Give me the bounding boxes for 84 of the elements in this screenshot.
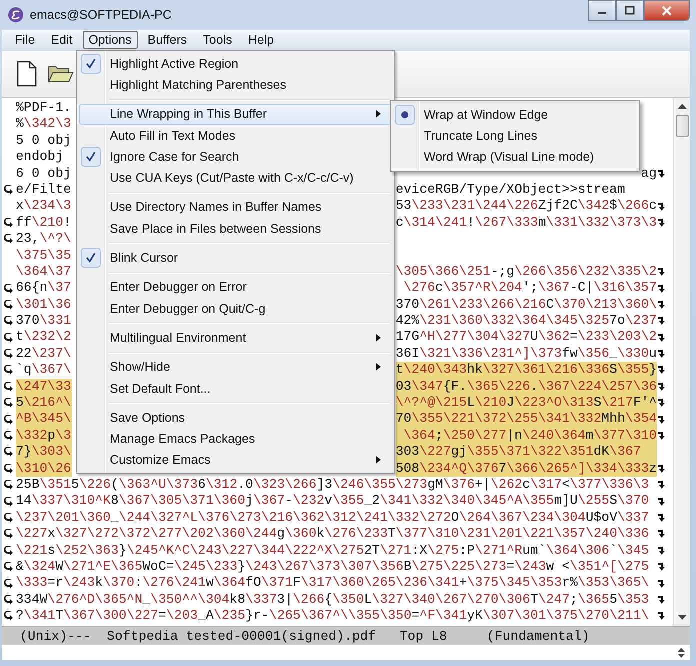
- buffer-text: 53\233\231\244\226Zjf2C\342$\266c: [396, 198, 657, 215]
- buffer-text: \^?^@\215L\210J\223^O\313S\217F'^: [396, 395, 657, 412]
- window-title: emacs@SOFTPEDIA-PC: [30, 8, 172, 22]
- folder-icon[interactable]: [48, 64, 74, 84]
- menu-bar-item[interactable]: Options: [82, 31, 138, 49]
- buffer-text: 7}\303\: [16, 444, 72, 461]
- buffer-text: 370\331: [16, 313, 72, 330]
- scroll-down-icon[interactable]: [678, 615, 686, 620]
- buffer-text: t\232\2: [16, 329, 72, 346]
- new-file-icon[interactable]: [16, 61, 38, 87]
- menu-item[interactable]: Highlight Matching Parentheses: [79, 74, 392, 96]
- menu-item[interactable]: Manage Emacs Packages: [79, 428, 392, 450]
- menu-bar-item[interactable]: Edit: [45, 31, 79, 49]
- menu-bar-item[interactable]: Tools: [197, 31, 238, 49]
- buffer-text: e/Filte: [16, 182, 72, 198]
- menu-item[interactable]: Set Default Font...: [79, 378, 392, 400]
- maximize-button[interactable]: [616, 0, 644, 21]
- buffer-text: 5\216^\: [16, 395, 72, 412]
- buffer-text: \301\36: [16, 296, 72, 314]
- buffer-text: t\240\343hk\327\361\216\336S\355}: [396, 362, 657, 379]
- buffer-text: 66{n\37: [16, 280, 72, 297]
- buffer-text: 6 0 obj: [16, 166, 72, 182]
- buffer-text: \247\33: [16, 378, 72, 396]
- buffer-text: \364;\250\277|n\240\364m\377\310: [396, 428, 657, 444]
- buffer-text: `q\367\: [16, 362, 72, 379]
- buffer-text: 22\237\: [16, 346, 72, 362]
- close-button[interactable]: [644, 0, 690, 21]
- buffer-text: \227x\327\272\372\277\202\360\244g\360k\276\233T\377\310\231\201\221\357\240\336: [16, 526, 650, 543]
- buffer-text: %\342\3: [16, 116, 72, 133]
- buffer-text: %PDF-1.: [16, 100, 72, 116]
- menu-item[interactable]: Line Wrapping in This Buffer: [79, 104, 392, 125]
- buffer-text: 36I\321\336\231^]\373fw\356_\330u: [396, 346, 657, 362]
- buffer-text: 23,\^?\: [16, 231, 72, 248]
- menu-item[interactable]: Wrap at Window Edge: [393, 104, 637, 126]
- menu-item[interactable]: Multilingual Environment: [79, 327, 392, 349]
- buffer-text: \332p\3: [16, 428, 72, 444]
- buffer-text: 03\347{F.\365\226.\367\224\257\36: [396, 378, 657, 396]
- menu-item[interactable]: Customize Emacs: [79, 450, 392, 472]
- mode-line-text: (Unix)--- Softpedia tested-00001(signed).pdf Top L8 (Fundamental): [19, 628, 590, 644]
- buffer-text: 25B\3515\226(\363^U\3736\312.0\323\266]3\246\355\273gM\376+|\262c\317<\377\336\3: [16, 476, 650, 494]
- minimize-button[interactable]: [588, 0, 616, 21]
- scroll-up-icon[interactable]: [678, 648, 685, 652]
- buffer-text: endobj: [16, 149, 64, 166]
- buffer-text: 70\355\221\372\255\341\332Mhh\354: [396, 411, 657, 428]
- menu-item[interactable]: Use Directory Names in Buffer Names: [79, 196, 392, 218]
- menu-item[interactable]: Auto Fill in Text Modes: [79, 124, 392, 146]
- buffer-text: &\324W\271^E\365WoC=\245\233}\243\267\373\307\356B\275\225\273=\243w <\351^[\275: [16, 558, 650, 576]
- menu-bar-item[interactable]: File: [9, 31, 42, 49]
- menu-item[interactable]: Ignore Case for Search: [79, 146, 392, 168]
- buffer-text: x\234\3: [16, 198, 72, 215]
- menu-item[interactable]: Use CUA Keys (Cut/Paste with C-x/C-c/C-v): [79, 167, 392, 189]
- buffer-text: \305\366\251-;g\266\356\232\335\2: [396, 264, 657, 280]
- menu-item[interactable]: Blink Cursor: [79, 247, 392, 269]
- buffer-text: \333=r\243k\370:\276\241w\364fO\371F\317\360\265\236\341+\375\345\353r%\353\365\: [16, 575, 650, 592]
- buffer-text: 334W\276^D\365^N_\350^^\304k8\3373|\266{\350L\327\340\267\270\306T\247;\3655\353: [16, 592, 650, 608]
- scroll-thumb[interactable]: [676, 115, 688, 137]
- menu-item[interactable]: Show/Hide: [79, 356, 392, 378]
- buffer-text: 14\337\310^K8\367\305\371\360j\367-\232v\355_2\341\332\340\345^A\355m]U\255S\370: [16, 493, 650, 510]
- menu-item[interactable]: Highlight Active Region: [79, 53, 392, 74]
- buffer-text: ?\341T\367\300\227=\203_A\235}r-\265\367^\\355\350=^F\341yK\307\301\375\270\211\: [16, 608, 650, 625]
- buffer-text: \375\35: [16, 248, 72, 264]
- buffer-text: ^B\345\: [16, 411, 72, 428]
- scroll-up-icon[interactable]: [678, 104, 686, 109]
- menu-item[interactable]: Truncate Long Lines: [393, 125, 637, 147]
- maximize-icon: [625, 6, 635, 15]
- close-icon: [662, 6, 672, 16]
- buffer-text: 508\234^Q\3767\366\265^]\334\333z: [396, 460, 657, 477]
- buffer-text: \364\37: [16, 264, 72, 280]
- buffer-text: 5 0 obj: [16, 132, 72, 150]
- buffer-text: 303\227gj\355\371\322\351dK\367: [396, 444, 657, 461]
- buffer-text: \310\26: [16, 460, 72, 477]
- scrollbar[interactable]: [673, 98, 690, 626]
- app-icon: [8, 7, 24, 23]
- menu-item[interactable]: Word Wrap (Visual Line mode): [393, 146, 637, 168]
- scroll-down-icon[interactable]: [678, 654, 685, 658]
- menu-item[interactable]: Save Options: [79, 407, 392, 428]
- buffer-text: \221s\252\363}\245^K^C\243\227\344\222^X\2752T\271:X\275:P\271^Rum`\364\306`\345: [16, 542, 650, 559]
- menu-bar-item[interactable]: Buffers: [142, 31, 194, 49]
- buffer-text: \237\201\360_\244\327^L\376\273\216\362\312\241\332\272O\264\367\234\304U$oV\337: [16, 510, 650, 526]
- buffer-text: ff\210!: [16, 214, 72, 232]
- menu-bar-item[interactable]: Help: [242, 31, 280, 49]
- menu-item[interactable]: Enter Debugger on Error: [79, 276, 392, 298]
- menu-item[interactable]: Save Place in Files between Sessions: [79, 218, 392, 240]
- menu-item[interactable]: Enter Debugger on Quit/C-g: [79, 298, 392, 320]
